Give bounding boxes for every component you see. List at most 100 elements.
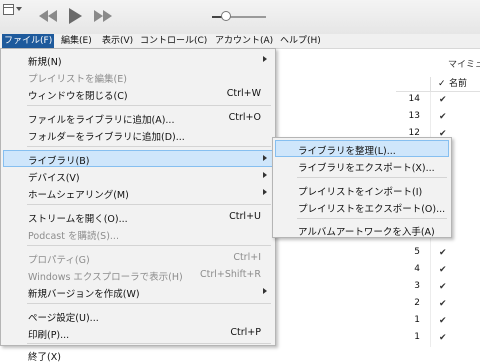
song-row[interactable]: 2 ✔ (396, 296, 480, 313)
column-divider (430, 109, 431, 126)
menu-controls[interactable]: コントロール(C) (138, 34, 209, 48)
column-divider (430, 279, 431, 296)
menu-item-new[interactable]: 新規(N) (3, 51, 273, 68)
submenu-arrow-icon (263, 288, 267, 294)
menu-help[interactable]: ヘルプ(H) (278, 34, 323, 48)
menu-file[interactable]: ファイル(F) (2, 34, 55, 48)
submenu-item-label: プレイリストをエクスポート(O)... (298, 204, 446, 215)
check-icon[interactable]: ✔ (439, 95, 447, 105)
column-divider (430, 245, 431, 262)
file-menu-dropdown: 新規(N) プレイリストを編集(E) ウィンドウを閉じる(C) Ctrl+W ファイルを… (0, 48, 276, 363)
menu-item-edit-playlist: プレイリストを編集(E) (3, 68, 273, 85)
song-row[interactable]: 14 ✔ (396, 92, 480, 109)
submenu-item-import-playlist[interactable]: プレイリストをインポート(I) (275, 181, 449, 198)
menu-item-label: デバイス(V) (28, 173, 80, 184)
check-icon[interactable]: ✔ (439, 248, 447, 258)
menu-item-add-folder[interactable]: フォルダーをライブラリに追加(D)... (3, 126, 273, 143)
menu-item-label: ストリームを開く(O)... (28, 214, 128, 225)
song-row[interactable]: 4 ✔ (396, 262, 480, 279)
play-icon[interactable] (66, 7, 84, 25)
submenu-item-label: アルバムアートワークを入手(A) (298, 227, 435, 238)
menu-item-close-window[interactable]: ウィンドウを閉じる(C) Ctrl+W (3, 85, 273, 102)
column-divider (430, 296, 431, 313)
submenu-arrow-icon (263, 155, 267, 161)
submenu-arrow-icon (263, 189, 267, 195)
submenu-item-label: ライブラリを整理(L)... (298, 146, 396, 157)
song-row[interactable]: 1 ✔ (396, 313, 480, 330)
menu-edit[interactable]: 編集(E) (59, 34, 94, 48)
submenu-arrow-icon (263, 56, 267, 62)
check-icon[interactable]: ✔ (439, 333, 447, 343)
menu-item-label: Podcast を購読(S)... (28, 231, 119, 242)
menu-separator (297, 218, 447, 219)
volume-slider[interactable] (212, 11, 266, 21)
menu-item-subscribe-podcast: Podcast を購読(S)... (3, 225, 273, 242)
song-row[interactable]: 3 ✔ (396, 279, 480, 296)
column-divider (430, 92, 431, 109)
menu-item-label: 終了(X) (28, 352, 61, 363)
check-icon[interactable]: ✔ (439, 112, 447, 122)
song-row[interactable]: 13 ✔ (396, 109, 480, 126)
name-column-header[interactable]: 名前 (449, 77, 467, 91)
check-icon[interactable]: ✔ (439, 265, 447, 275)
previous-track-icon[interactable] (38, 9, 58, 23)
check-icon[interactable]: ✔ (439, 282, 447, 292)
library-submenu: ライブラリを整理(L)... ライブラリをエクスポート(X)... プレイリストをイ… (272, 137, 452, 238)
submenu-item-label: プレイリストをインポート(I) (298, 187, 423, 198)
menu-item-home-sharing[interactable]: ホームシェアリング(M) (3, 184, 273, 201)
menu-item-create-version[interactable]: 新規バージョンを作成(W) (3, 283, 273, 300)
submenu-item-organize-library[interactable]: ライブラリを整理(L)... (275, 140, 449, 157)
track-number: 14 (408, 94, 420, 104)
song-row[interactable]: 1 ✔ (396, 330, 480, 347)
check-icon[interactable]: ✔ (439, 316, 447, 326)
menu-separator (27, 343, 271, 344)
player-toolbar (0, 0, 480, 34)
menu-item-shortcut: Ctrl+Shift+R (199, 269, 261, 280)
menu-separator (27, 146, 271, 147)
menu-item-page-setup[interactable]: ページ設定(U)... (3, 307, 273, 324)
menu-item-label: 新規(N) (28, 57, 62, 68)
submenu-item-label: ライブラリをエクスポート(X)... (298, 163, 435, 174)
submenu-arrow-icon (263, 172, 267, 178)
menu-item-add-file[interactable]: ファイルをライブラリに追加(A)... Ctrl+O (3, 109, 273, 126)
menu-item-label: ホームシェアリング(M) (28, 190, 129, 201)
volume-slider-knob[interactable] (220, 11, 231, 21)
menu-item-label: ウィンドウを閉じる(C) (28, 91, 128, 102)
menu-item-open-stream[interactable]: ストリームを開く(O)... Ctrl+U (3, 208, 273, 225)
submenu-item-get-album-artwork[interactable]: アルバムアートワークを入手(A) (275, 221, 449, 238)
menu-item-exit[interactable]: 終了(X) (3, 346, 273, 363)
menu-item-label: フォルダーをライブラリに追加(D)... (28, 132, 185, 143)
menu-item-shortcut: Ctrl+I (233, 252, 261, 263)
menu-item-label: ライブラリ(B) (28, 156, 90, 167)
track-number: 5 (414, 247, 420, 257)
column-divider (430, 330, 431, 347)
menu-bar: ファイル(F) 編集(E) 表示(V) コントロール(C) アカウント(A) ヘ… (0, 34, 480, 49)
menu-item-shortcut: Ctrl+O (228, 112, 261, 123)
column-divider (430, 262, 431, 279)
check-icon[interactable]: ✔ (439, 299, 447, 309)
menu-item-shortcut: Ctrl+P (230, 327, 261, 338)
menu-item-devices[interactable]: デバイス(V) (3, 167, 273, 184)
submenu-item-export-playlist[interactable]: プレイリストをエクスポート(O)... (275, 198, 449, 215)
menu-item-label: プロパティ(G) (28, 255, 90, 266)
menu-account[interactable]: アカウント(A) (213, 34, 275, 48)
menu-item-library[interactable]: ライブラリ(B) (3, 150, 273, 167)
menu-separator (27, 105, 271, 106)
checkbox-column-header[interactable]: ✓ (438, 77, 446, 91)
window-box-glyph (3, 4, 14, 15)
menu-item-label: ページ設定(U)... (28, 313, 99, 324)
library-panel-title: マイミュ (448, 60, 480, 70)
column-divider (430, 77, 431, 91)
menu-view[interactable]: 表示(V) (100, 34, 135, 48)
menu-separator (27, 245, 271, 246)
next-track-icon[interactable] (93, 9, 113, 23)
menu-item-label: プレイリストを編集(E) (28, 74, 127, 85)
window-menu-icon[interactable] (3, 3, 25, 15)
menu-item-shortcut: Ctrl+W (226, 88, 261, 99)
menu-item-print[interactable]: 印刷(P)... Ctrl+P (3, 324, 273, 341)
menu-item-label: 印刷(P)... (28, 330, 70, 341)
column-divider (430, 313, 431, 330)
song-list-header: ✓ 名前 (396, 77, 480, 92)
submenu-item-export-library[interactable]: ライブラリをエクスポート(X)... (275, 157, 449, 174)
song-row[interactable]: 5 ✔ (396, 245, 480, 262)
